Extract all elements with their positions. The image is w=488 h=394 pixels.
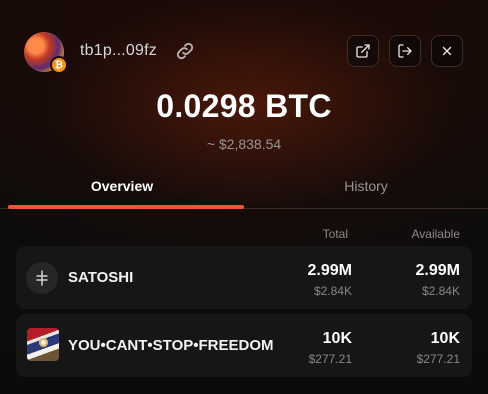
token-total-usd: $277.21: [308, 352, 352, 366]
active-tab-indicator: [8, 205, 244, 209]
token-available-usd: $277.21: [416, 352, 460, 366]
token-total-amount: 2.99M: [307, 262, 352, 279]
close-icon: [442, 46, 452, 56]
token-row[interactable]: YOU•CANT•STOP•FREEDOM 10K $277.21 10K $2…: [16, 314, 472, 377]
usd-balance: ~ $2,838.54: [206, 136, 282, 152]
token-total-usd: $2.84K: [313, 284, 352, 298]
token-available-usd: $2.84K: [421, 284, 460, 298]
logout-icon: [398, 44, 412, 58]
token-total-amount: 10K: [322, 330, 352, 347]
token-name: SATOSHI: [68, 269, 134, 286]
token-available-amount: 2.99M: [415, 262, 460, 279]
btc-balance: 0.0298 BTC: [156, 88, 332, 124]
inscription-thumbnail: [27, 328, 59, 361]
link-icon[interactable]: [174, 40, 196, 62]
token-available-amount: 10K: [430, 330, 460, 347]
open-external-button[interactable]: [347, 35, 379, 67]
rune-icon: [26, 262, 58, 294]
close-button[interactable]: [431, 35, 463, 67]
token-row[interactable]: SATOSHI 2.99M $2.84K 2.99M $2.84K: [16, 246, 472, 309]
column-header-total: Total: [322, 227, 348, 241]
account-address[interactable]: tb1p...09fz: [80, 42, 157, 60]
column-header-available: Available: [411, 227, 460, 241]
logout-button[interactable]: [389, 35, 421, 67]
tab-history[interactable]: History: [244, 178, 488, 200]
tab-overview[interactable]: Overview: [0, 178, 244, 200]
external-link-icon: [356, 44, 370, 58]
wallet-panel: ₿ tb1p...09fz 0.0298 BTC ~ $2,838.54 Ove…: [0, 0, 488, 394]
header: ₿ tb1p...09fz: [0, 0, 488, 100]
token-name: YOU•CANT•STOP•FREEDOM: [68, 337, 274, 354]
bitcoin-badge-icon: ₿: [50, 56, 68, 74]
